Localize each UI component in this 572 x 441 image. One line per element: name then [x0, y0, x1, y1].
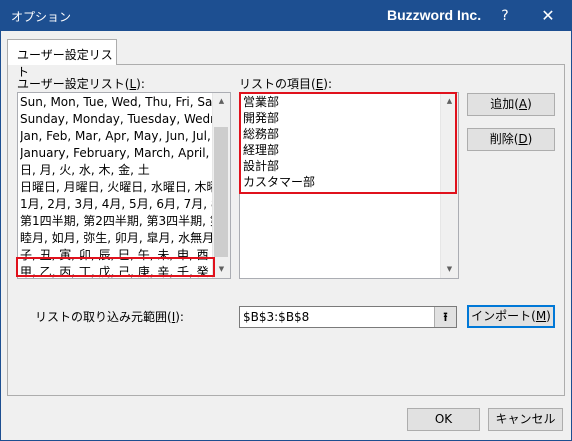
import-range-value: $B$3:$B$8 — [243, 310, 310, 324]
import-range-input[interactable]: $B$3:$B$8 ⭱ — [239, 306, 457, 328]
custom-list-item[interactable]: 子, 丑, 寅, 卯, 辰, 巳, 午, 未, 申, 酉 — [20, 247, 212, 264]
custom-list-item[interactable]: 第1四半期, 第2四半期, 第3四半期, 第 — [20, 213, 212, 230]
import-range-label: リストの取り込み元範囲(I): — [35, 310, 184, 324]
custom-list-item[interactable]: 1月, 2月, 3月, 4月, 5月, 6月, 7月, 8 — [20, 196, 212, 213]
tab-custom-lists[interactable]: ユーザー設定リスト — [7, 39, 117, 79]
brand-name: Buzzword Inc. — [387, 7, 482, 23]
custom-list-item[interactable]: Sun, Mon, Tue, Wed, Thu, Fri, Sat — [20, 94, 212, 111]
collapse-dialog-icon[interactable]: ⭱ — [434, 307, 456, 327]
options-dialog: オプション Buzzword Inc. ? ✕ ユーザー設定リスト ユーザー設定… — [0, 0, 572, 441]
custom-lists-scrollbar[interactable]: ▲ ▼ — [212, 93, 230, 278]
list-entries-items: 営業部開発部総務部経理部設計部カスタマー部 — [243, 94, 315, 190]
list-entries-scrollbar[interactable]: ▲ ▼ — [440, 93, 458, 278]
help-button[interactable]: ? — [488, 5, 522, 27]
custom-list-item[interactable]: 日曜日, 月曜日, 火曜日, 水曜日, 木曜 — [20, 179, 212, 196]
custom-list-item[interactable]: January, February, March, April, M — [20, 145, 212, 162]
ok-button[interactable]: OK — [407, 408, 480, 431]
delete-button[interactable]: 削除(D) — [467, 128, 555, 151]
window-title: オプション — [11, 10, 72, 24]
cancel-button[interactable]: キャンセル — [488, 408, 563, 431]
tab-label: ユーザー設定リスト — [17, 48, 113, 79]
scroll-down-arrow-icon[interactable]: ▼ — [441, 261, 458, 278]
title-bar: オプション Buzzword Inc. ? ✕ — [1, 1, 571, 31]
custom-list-item[interactable]: 甲, 乙, 丙, 丁, 戊, 己, 庚, 辛, 壬, 癸 — [20, 264, 212, 278]
custom-lists-listbox[interactable]: Sun, Mon, Tue, Wed, Thu, Fri, Sat Sunday,… — [17, 92, 231, 279]
list-entry-line: 経理部 — [243, 143, 280, 157]
close-button[interactable]: ✕ — [531, 5, 565, 27]
list-entry-line: カスタマー部 — [243, 175, 316, 189]
custom-list-item[interactable]: 睦月, 如月, 弥生, 卯月, 皐月, 水無月 — [20, 230, 212, 247]
list-entries-label: リストの項目(E): — [239, 77, 333, 91]
list-entry-line: 設計部 — [243, 159, 280, 173]
scroll-down-arrow-icon[interactable]: ▼ — [213, 261, 230, 278]
custom-list-item[interactable]: 日, 月, 火, 水, 木, 金, 土 — [20, 162, 212, 179]
scroll-thumb[interactable] — [214, 127, 228, 257]
custom-lists-items: Sun, Mon, Tue, Wed, Thu, Fri, Sat Sunday,… — [20, 94, 212, 278]
list-entry-line: 開発部 — [243, 111, 280, 125]
scroll-up-arrow-icon[interactable]: ▲ — [441, 93, 458, 110]
add-button[interactable]: 追加(A) — [467, 93, 555, 116]
import-button[interactable]: インポート(M) — [467, 305, 555, 328]
scroll-up-arrow-icon[interactable]: ▲ — [213, 93, 230, 110]
list-entry-line: 営業部 — [243, 95, 280, 109]
list-entry-line: 総務部 — [243, 127, 280, 141]
custom-list-item[interactable]: Jan, Feb, Mar, Apr, May, Jun, Jul, — [20, 128, 212, 145]
list-entries-box[interactable]: 営業部開発部総務部経理部設計部カスタマー部 ▲ ▼ — [239, 92, 459, 279]
custom-list-item[interactable]: Sunday, Monday, Tuesday, Wednesday — [20, 111, 212, 128]
